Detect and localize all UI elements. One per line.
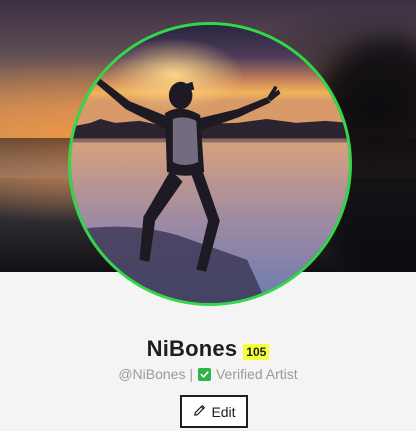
pencil-icon <box>192 403 207 421</box>
checkbox-check-icon <box>197 367 211 381</box>
profile-subline: @NiBones | Verified Artist <box>0 366 416 382</box>
profile-name: NiBones <box>146 336 238 361</box>
edit-button-label: Edit <box>211 403 236 420</box>
verified-artist-label: Verified Artist <box>215 366 298 382</box>
profile-avatar[interactable] <box>68 22 352 306</box>
edit-profile-button[interactable]: Edit <box>180 395 248 428</box>
profile-info: NiBones 105 @NiBones | Verified Artist <box>0 336 416 382</box>
name-row: NiBones 105 <box>0 336 416 362</box>
score-badge: 105 <box>243 343 270 360</box>
profile-handle: @NiBones | <box>118 366 193 382</box>
avatar-photo <box>71 25 349 303</box>
